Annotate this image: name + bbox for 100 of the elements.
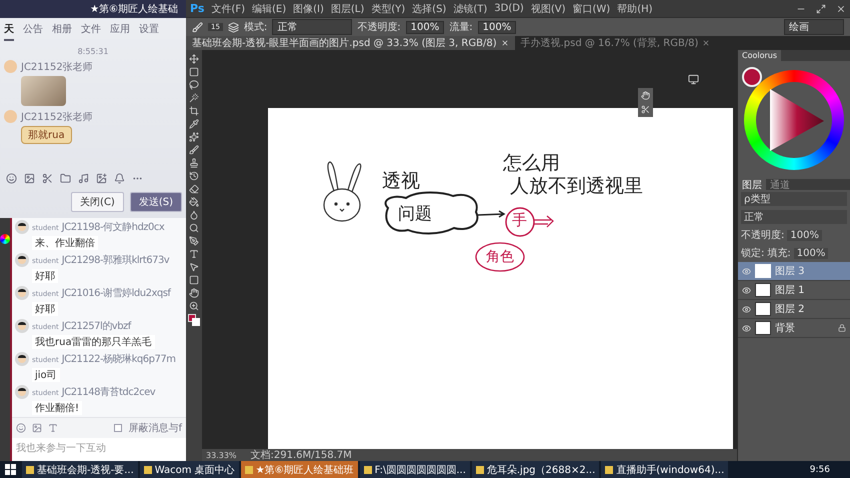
history-icon[interactable] — [189, 171, 199, 181]
taskbar-item[interactable]: Wacom 桌面中心 — [140, 461, 239, 478]
chat-tab[interactable]: 应用 — [110, 22, 130, 41]
layer-filter[interactable]: ρ类型 — [741, 192, 847, 206]
menu-item[interactable]: 选择(S) — [412, 2, 446, 16]
menu-item[interactable]: 编辑(E) — [252, 2, 286, 16]
close-button[interactable]: 关闭(C) — [71, 192, 124, 212]
chat-tab[interactable]: 设置 — [139, 22, 159, 41]
menu-item[interactable]: 图层(L) — [330, 2, 364, 16]
menu-item[interactable]: 滤镜(T) — [453, 2, 488, 16]
eye-icon[interactable] — [742, 266, 751, 276]
mode-select[interactable]: 正常 — [272, 19, 352, 35]
fill-field[interactable]: 100% — [794, 248, 828, 258]
workspace-select[interactable]: 绘画 — [784, 19, 844, 35]
scissors-icon[interactable] — [641, 105, 650, 114]
eye-icon[interactable] — [742, 286, 751, 294]
taskbar-item[interactable]: 直播助手(window64)... — [601, 461, 728, 478]
avatar-icon — [15, 352, 29, 366]
menu-item[interactable]: 图像(I) — [293, 2, 324, 16]
sender-name: JC21257l的vbzf — [62, 320, 131, 333]
sparkle-icon[interactable] — [189, 132, 199, 142]
document-tab[interactable]: 基础班会期-透视-眼里半面画的图片.psd @ 33.3% (图层 3, RGB/8) — [186, 36, 515, 50]
image-icon[interactable] — [96, 173, 107, 184]
wand-icon[interactable] — [189, 93, 199, 103]
hand-icon[interactable] — [189, 288, 199, 298]
close-icon[interactable] — [836, 4, 846, 14]
close-icon[interactable] — [702, 39, 710, 47]
text-tool-icon[interactable] — [189, 249, 199, 259]
message-text: 我也rua雷雷的那只羊羔毛 — [32, 335, 155, 349]
brush-icon[interactable] — [192, 22, 203, 32]
document-tab[interactable]: 手办透视.psd @ 16.7% (背景, RGB/8) — [514, 36, 716, 50]
panel-tab[interactable]: Coolorus — [738, 50, 782, 61]
chat-tab[interactable]: 文件 — [81, 22, 101, 41]
rectangle-icon[interactable] — [189, 275, 199, 285]
eye-icon[interactable] — [742, 304, 751, 314]
picture-icon[interactable] — [24, 173, 35, 184]
layer-thumbnail — [755, 283, 771, 297]
menu-item[interactable]: 帮助(H) — [617, 2, 653, 16]
color-swatch[interactable] — [188, 314, 200, 326]
menu-item[interactable]: 窗口(W) — [572, 2, 610, 16]
hand-icon[interactable] — [641, 91, 650, 100]
blend-mode-select[interactable]: 正常 — [741, 210, 847, 224]
menu-item[interactable]: 文件(F) — [211, 2, 245, 16]
folder-icon[interactable] — [60, 173, 71, 184]
close-icon[interactable] — [500, 39, 509, 47]
eye-icon[interactable] — [742, 324, 751, 332]
stamp-icon[interactable] — [189, 158, 199, 168]
checkbox[interactable] — [114, 424, 122, 432]
eraser-icon[interactable] — [189, 184, 199, 194]
taskbar-item[interactable]: F:\圆圆圆圆圆圆圆... — [360, 461, 470, 478]
lasso-icon[interactable] — [189, 80, 199, 90]
font-icon[interactable] — [48, 423, 58, 433]
brush-icon[interactable] — [189, 145, 199, 155]
smile-icon[interactable] — [16, 423, 26, 433]
maximize-icon[interactable] — [816, 4, 826, 14]
layer-row[interactable]: 图层 2 — [738, 300, 850, 319]
zoom-icon[interactable] — [189, 301, 199, 311]
pen-icon[interactable] — [189, 236, 199, 246]
move-icon[interactable] — [189, 54, 199, 64]
layer-row[interactable]: 图层 1 — [738, 281, 850, 300]
menu-item[interactable]: 3D(D) — [494, 3, 524, 14]
message-text: jio司 — [32, 368, 60, 382]
avatar-icon — [15, 286, 29, 300]
pointer-icon[interactable] — [189, 262, 199, 272]
taskbar-item[interactable]: ★第⑥期匠人绘基础班 — [240, 461, 358, 478]
chat-tab[interactable]: 公告 — [23, 22, 43, 41]
bell-icon[interactable] — [114, 173, 125, 184]
rabbit-drawing — [323, 161, 362, 222]
sender-name: JC21122-杨晓琳kq6p77m — [62, 352, 176, 366]
music-icon[interactable] — [78, 173, 89, 184]
picture-icon[interactable] — [32, 423, 42, 433]
panel-tab[interactable]: 通道 — [766, 179, 794, 190]
menu-item[interactable]: 视图(V) — [530, 2, 566, 16]
marquee-icon[interactable] — [189, 67, 199, 77]
eyedropper-icon[interactable] — [189, 119, 199, 129]
search-icon[interactable] — [189, 223, 199, 233]
avatar — [4, 110, 17, 123]
handwritten-text: 怎么用 — [503, 151, 560, 176]
layer-row[interactable]: 背景 — [738, 319, 850, 338]
send-button[interactable]: 发送(S) — [130, 192, 182, 212]
scissors-icon[interactable] — [42, 173, 53, 184]
menu-item[interactable]: 类型(Y) — [371, 2, 406, 16]
taskbar-item[interactable]: 危耳朵.jpg（2688×2... — [472, 461, 600, 478]
color-wheel-icon — [0, 234, 10, 244]
panel-tab[interactable]: 图层 — [738, 179, 766, 190]
opacity-field[interactable]: 100% — [406, 20, 444, 34]
droplet-icon[interactable] — [189, 210, 199, 220]
bucket-icon[interactable] — [189, 197, 199, 207]
crop-icon[interactable] — [189, 106, 199, 116]
brush-panel-icon[interactable] — [228, 22, 239, 32]
handwritten-text: 问题 — [398, 203, 432, 225]
app-icon — [244, 466, 253, 474]
flow-field[interactable]: 100% — [478, 20, 516, 34]
opacity-field[interactable]: 100% — [787, 230, 822, 240]
smile-icon[interactable] — [6, 173, 17, 184]
chat-tab[interactable]: 相册 — [52, 22, 72, 41]
message-input[interactable]: 我也来参与一下互动 — [12, 438, 186, 461]
taskbar-item[interactable]: 基础班会期-透视-要... — [22, 461, 138, 478]
chat-tab[interactable]: 天 — [4, 22, 14, 41]
monitor-icon[interactable] — [688, 74, 699, 85]
